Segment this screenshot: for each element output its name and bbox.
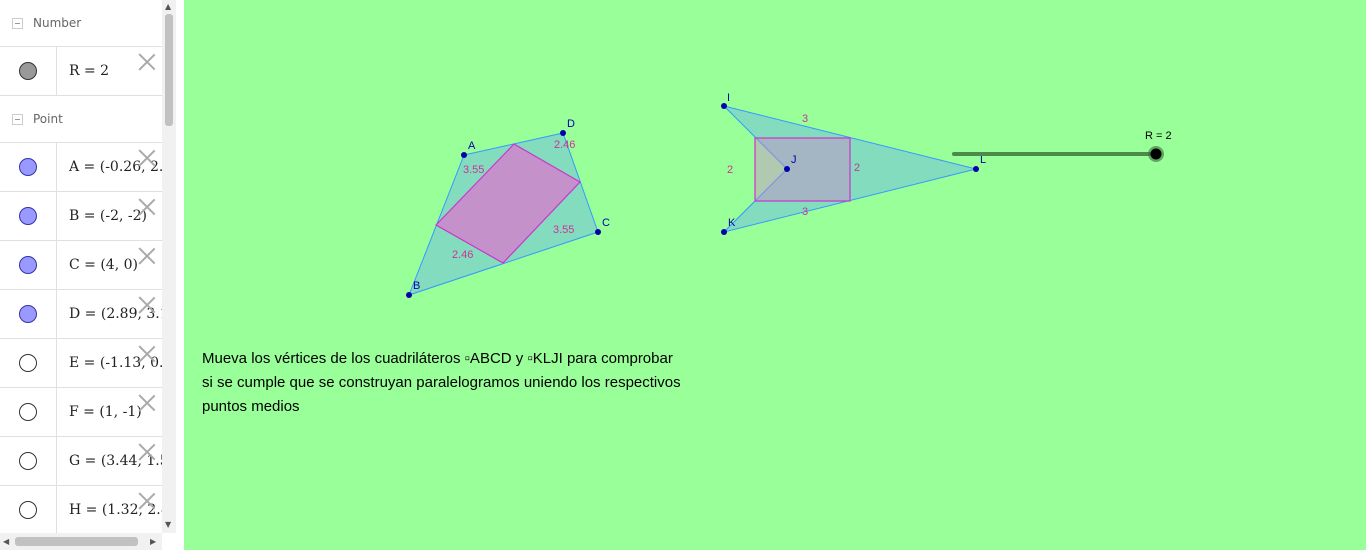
graphics-view[interactable]: 3.55 2.46 3.55 2.46 3 3 2 2 A B C D I J … [184, 0, 1366, 550]
visibility-toggle-icon[interactable] [19, 354, 37, 372]
label-side-right: 2 [854, 162, 860, 174]
scroll-up-icon[interactable]: ▲ [165, 2, 171, 12]
group-header-point[interactable]: Point [0, 96, 162, 143]
point-a[interactable] [461, 152, 467, 158]
point-j[interactable] [784, 166, 790, 172]
algebra-view: Number R = 2 Point A = (-0.26, 2.46) B =… [0, 0, 163, 533]
point-label-d: D [567, 118, 575, 130]
point-c[interactable] [595, 229, 601, 235]
point-b[interactable] [406, 292, 412, 298]
label-side-left: 2 [727, 164, 733, 176]
instructions-line: si se cumple que se construyan paralelog… [202, 374, 681, 391]
vertical-scroll-thumb[interactable] [165, 14, 173, 126]
algebra-item-g[interactable]: G = (3.44, 1.58) [0, 437, 162, 486]
visibility-toggle-icon[interactable] [19, 256, 37, 274]
group-header-number[interactable]: Number [0, 0, 162, 47]
view-divider[interactable] [176, 0, 184, 550]
graphics-canvas[interactable]: 3.55 2.46 3.55 2.46 3 3 2 2 A B C D I J … [184, 0, 1366, 550]
point-l[interactable] [973, 166, 979, 172]
delete-icon[interactable] [138, 394, 156, 412]
marble-cell [0, 486, 57, 533]
point-label-b: B [413, 280, 420, 292]
label-kl: 3 [802, 206, 808, 218]
scroll-down-icon[interactable]: ▼ [165, 520, 171, 530]
algebra-item-b[interactable]: B = (-2, -2) [0, 192, 162, 241]
midpoint-rectangle[interactable] [754, 137, 851, 202]
visibility-toggle-icon[interactable] [19, 452, 37, 470]
visibility-toggle-icon[interactable] [19, 403, 37, 421]
delete-icon[interactable] [138, 443, 156, 461]
algebra-item-d[interactable]: D = (2.89, 3.16) [0, 290, 162, 339]
algebra-item-c[interactable]: C = (4, 0) [0, 241, 162, 290]
point-label-c: C [602, 217, 610, 229]
marble-cell [0, 290, 57, 338]
marble-cell [0, 241, 57, 289]
algebra-item-h[interactable]: H = (1.32, 2.81) [0, 486, 162, 533]
delete-icon[interactable] [138, 53, 156, 71]
delete-icon[interactable] [138, 296, 156, 314]
scroll-right-icon[interactable]: ▶ [150, 537, 156, 547]
marble-cell [0, 143, 57, 191]
point-label-i: I [727, 92, 730, 104]
point-label-k: K [728, 217, 736, 229]
horizontal-scroll-thumb[interactable] [15, 537, 138, 546]
visibility-toggle-icon[interactable] [19, 62, 37, 80]
horizontal-scrollbar[interactable]: ◀ ▶ [0, 533, 162, 550]
group-title: Point [33, 112, 63, 126]
delete-icon[interactable] [138, 198, 156, 216]
label-ba: 2.46 [452, 249, 473, 261]
visibility-toggle-icon[interactable] [19, 207, 37, 225]
label-dc: 2.46 [554, 139, 575, 151]
delete-icon[interactable] [138, 345, 156, 363]
point-d[interactable] [560, 130, 566, 136]
algebra-item-f[interactable]: F = (1, -1) [0, 388, 162, 437]
marble-cell [0, 339, 57, 387]
algebra-item-a[interactable]: A = (-0.26, 2.46) [0, 143, 162, 192]
delete-icon[interactable] [138, 149, 156, 167]
algebra-item-e[interactable]: E = (-1.13, 0.23) [0, 339, 162, 388]
instructions-line: puntos medios [202, 398, 300, 415]
visibility-toggle-icon[interactable] [19, 158, 37, 176]
delete-icon[interactable] [138, 492, 156, 510]
label-il: 3 [802, 113, 808, 125]
scroll-left-icon[interactable]: ◀ [3, 537, 9, 547]
collapse-icon[interactable] [12, 17, 23, 29]
marble-cell [0, 388, 57, 436]
instructions-text: Mueva los vértices de los cuadriláteros … [202, 347, 732, 419]
algebra-item-r[interactable]: R = 2 [0, 47, 162, 96]
label-cb: 3.55 [553, 224, 574, 236]
point-label-j: J [791, 154, 797, 166]
point-k[interactable] [721, 229, 727, 235]
visibility-toggle-icon[interactable] [19, 501, 37, 519]
vertical-scrollbar[interactable]: ▲ ▼ [162, 0, 176, 533]
instructions-line: Mueva los vértices de los cuadriláteros … [202, 350, 673, 367]
group-title: Number [33, 16, 82, 30]
point-label-a: A [468, 140, 476, 152]
collapse-icon[interactable] [12, 113, 23, 125]
label-ab: 3.55 [463, 164, 484, 176]
marble-cell [0, 437, 57, 485]
marble-cell [0, 192, 57, 240]
delete-icon[interactable] [138, 247, 156, 265]
visibility-toggle-icon[interactable] [19, 305, 37, 323]
marble-cell [0, 47, 57, 95]
slider-label: R = 2 [1145, 130, 1172, 142]
slider-knob[interactable] [1150, 148, 1162, 160]
